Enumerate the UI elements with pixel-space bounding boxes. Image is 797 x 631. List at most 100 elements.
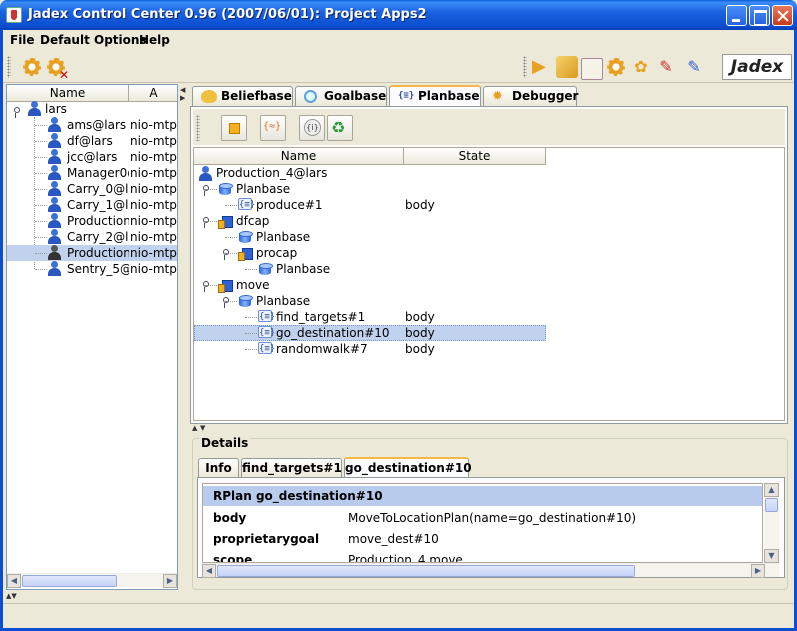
- capability-icon: [218, 278, 233, 293]
- start-agent-gear-icon[interactable]: [21, 56, 43, 78]
- menu-help[interactable]: Help: [139, 33, 170, 47]
- tree-node-handle[interactable]: [201, 217, 209, 228]
- vertical-split-divider[interactable]: ◀ ▶: [179, 84, 186, 594]
- kill-agent-gear-icon[interactable]: ✕: [45, 56, 69, 81]
- tree-node-handle[interactable]: [201, 281, 209, 292]
- agent-address[interactable]: nio-mtp:/: [130, 197, 177, 213]
- horizontal-split-divider[interactable]: ▲ ▼: [190, 424, 790, 432]
- title-bar[interactable]: Jadex Control Center 0.96 (2007/06/01): …: [0, 0, 797, 30]
- scroll-thumb[interactable]: [765, 498, 778, 512]
- agent-name[interactable]: Production: [67, 213, 129, 229]
- split-down-arrow-icon[interactable]: ▼: [200, 424, 205, 432]
- menu-file[interactable]: File: [10, 33, 35, 47]
- plan-tree-item[interactable]: procap: [256, 245, 400, 261]
- paw-icon[interactable]: ✿: [630, 56, 652, 78]
- agent-name[interactable]: ams@lars: [67, 117, 129, 133]
- properties-vertical-scrollbar[interactable]: ▲ ▼: [764, 483, 779, 563]
- chart-pen-icon[interactable]: ✎: [655, 56, 677, 78]
- agent-name[interactable]: Sentry_5@: [67, 261, 129, 277]
- split-right-arrow-icon[interactable]: ▶: [180, 94, 185, 102]
- tree-node-handle[interactable]: [221, 297, 229, 308]
- agent-address[interactable]: nio-mtp:/: [130, 261, 177, 277]
- scroll-left-button[interactable]: ◀: [7, 574, 21, 588]
- agent-name[interactable]: Carry_2@la: [67, 229, 129, 245]
- agent-name[interactable]: df@lars: [67, 133, 129, 149]
- agent-address[interactable]: nio-mtp:/: [130, 245, 177, 261]
- scroll-right-button[interactable]: ▶: [751, 564, 765, 578]
- scroll-left-button[interactable]: ◀: [202, 564, 216, 578]
- tab-goalbase[interactable]: Goalbase: [295, 86, 387, 106]
- property-row[interactable]: proprietarygoal move_dest#10: [203, 529, 762, 549]
- agent-address[interactable]: nio-mtp:/: [130, 213, 177, 229]
- toolbar-grip[interactable]: [196, 115, 200, 141]
- tab-beliefbase[interactable]: Beliefbase: [192, 86, 293, 106]
- agent-name[interactable]: jcc@lars: [67, 149, 129, 165]
- column-header-name[interactable]: Name: [7, 85, 129, 102]
- minimize-button[interactable]: [726, 5, 747, 26]
- scroll-thumb[interactable]: [217, 565, 635, 577]
- details-tab-info[interactable]: Info: [198, 458, 239, 477]
- column-header-name[interactable]: Name: [194, 148, 404, 165]
- envelope-icon[interactable]: [581, 58, 603, 80]
- scroll-thumb[interactable]: [22, 575, 117, 587]
- tree-node-handle[interactable]: [201, 185, 209, 196]
- plan-tree-item[interactable]: Planbase: [256, 229, 400, 245]
- bottom-split-arrows-icon[interactable]: ▲▼: [6, 592, 17, 600]
- plan-tree-item[interactable]: dfcap: [236, 213, 400, 229]
- agent-address[interactable]: nio-mtp:/: [130, 229, 177, 245]
- status-bar: [3, 603, 794, 628]
- agent-name[interactable]: Manager0@: [67, 165, 129, 181]
- property-row[interactable]: body MoveToLocationPlan(name=go_destinat…: [203, 508, 762, 528]
- agent-address[interactable]: nio-mtp:/: [130, 149, 177, 165]
- agent-address[interactable]: nio-mtp:/: [130, 117, 177, 133]
- tab-debugger[interactable]: ✹ Debugger: [483, 86, 578, 106]
- close-button[interactable]: [772, 5, 793, 26]
- plan-tree-item[interactable]: Planbase: [256, 293, 400, 309]
- plan-tree-item[interactable]: Planbase: [236, 181, 400, 197]
- column-header-address[interactable]: A: [129, 85, 177, 102]
- plan-tree-item[interactable]: randomwalk#7: [276, 341, 400, 357]
- plan-braces-button[interactable]: {≈}: [260, 115, 286, 141]
- scroll-up-button[interactable]: ▲: [764, 483, 779, 497]
- plan-tree-item[interactable]: Planbase: [276, 261, 400, 277]
- toolbar-grip-right[interactable]: [523, 56, 527, 78]
- plan-tree-item[interactable]: move: [236, 277, 400, 293]
- plan-tree-item[interactable]: go_destination#10: [276, 325, 400, 341]
- agent-address[interactable]: nio-mtp:/: [130, 133, 177, 149]
- tree-root-lars[interactable]: lars: [45, 101, 67, 117]
- stop-button[interactable]: [221, 115, 247, 141]
- scroll-right-button[interactable]: ▶: [163, 574, 177, 588]
- plan-tree-item[interactable]: produce#1: [256, 197, 400, 213]
- main-toolbar: ✕ ▶ ✿ ✎ ✎ Jadex: [3, 51, 794, 83]
- agent-name[interactable]: Carry_1@la: [67, 197, 129, 213]
- agent-panel-horizontal-scrollbar[interactable]: ◀ ▶: [7, 573, 177, 588]
- split-left-arrow-icon[interactable]: ◀: [180, 86, 185, 94]
- toolbar-grip[interactable]: [7, 56, 11, 78]
- introspector-gear-icon[interactable]: [605, 56, 627, 78]
- chart-pen-blue-icon[interactable]: ✎: [683, 56, 705, 78]
- tab-planbase[interactable]: {≡} Planbase: [389, 85, 481, 106]
- properties-horizontal-scrollbar[interactable]: ◀ ▶: [202, 563, 779, 578]
- agent-name[interactable]: Production: [67, 245, 129, 261]
- plan-info-button[interactable]: {i}: [299, 115, 325, 141]
- java-app-icon[interactable]: [6, 7, 22, 23]
- plan-state: [405, 213, 545, 229]
- maximize-button[interactable]: [749, 5, 770, 26]
- tree-node-handle[interactable]: [221, 249, 229, 260]
- details-tab-go-destination[interactable]: go_destination#10: [344, 457, 472, 477]
- property-row[interactable]: scope Production_4.move: [203, 550, 762, 562]
- menu-default-options[interactable]: Default Options: [40, 33, 147, 47]
- split-up-arrow-icon[interactable]: ▲: [192, 424, 197, 432]
- plan-tree-item[interactable]: find_targets#1: [276, 309, 400, 325]
- play-arrow-icon[interactable]: ▶: [532, 56, 554, 78]
- refresh-button[interactable]: ♻: [327, 115, 353, 141]
- details-tab-find-targets[interactable]: find_targets#1: [241, 458, 342, 477]
- column-header-state[interactable]: State: [404, 148, 546, 165]
- agent-name[interactable]: Carry_0@la: [67, 181, 129, 197]
- scroll-down-button[interactable]: ▼: [764, 549, 779, 563]
- agent-address[interactable]: nio-mtp:/: [130, 165, 177, 181]
- book-icon[interactable]: [556, 56, 578, 78]
- plan-tree-item[interactable]: Production_4@lars: [216, 165, 400, 181]
- agent-address[interactable]: nio-mtp:/: [130, 181, 177, 197]
- tree-node-handle[interactable]: [12, 107, 20, 118]
